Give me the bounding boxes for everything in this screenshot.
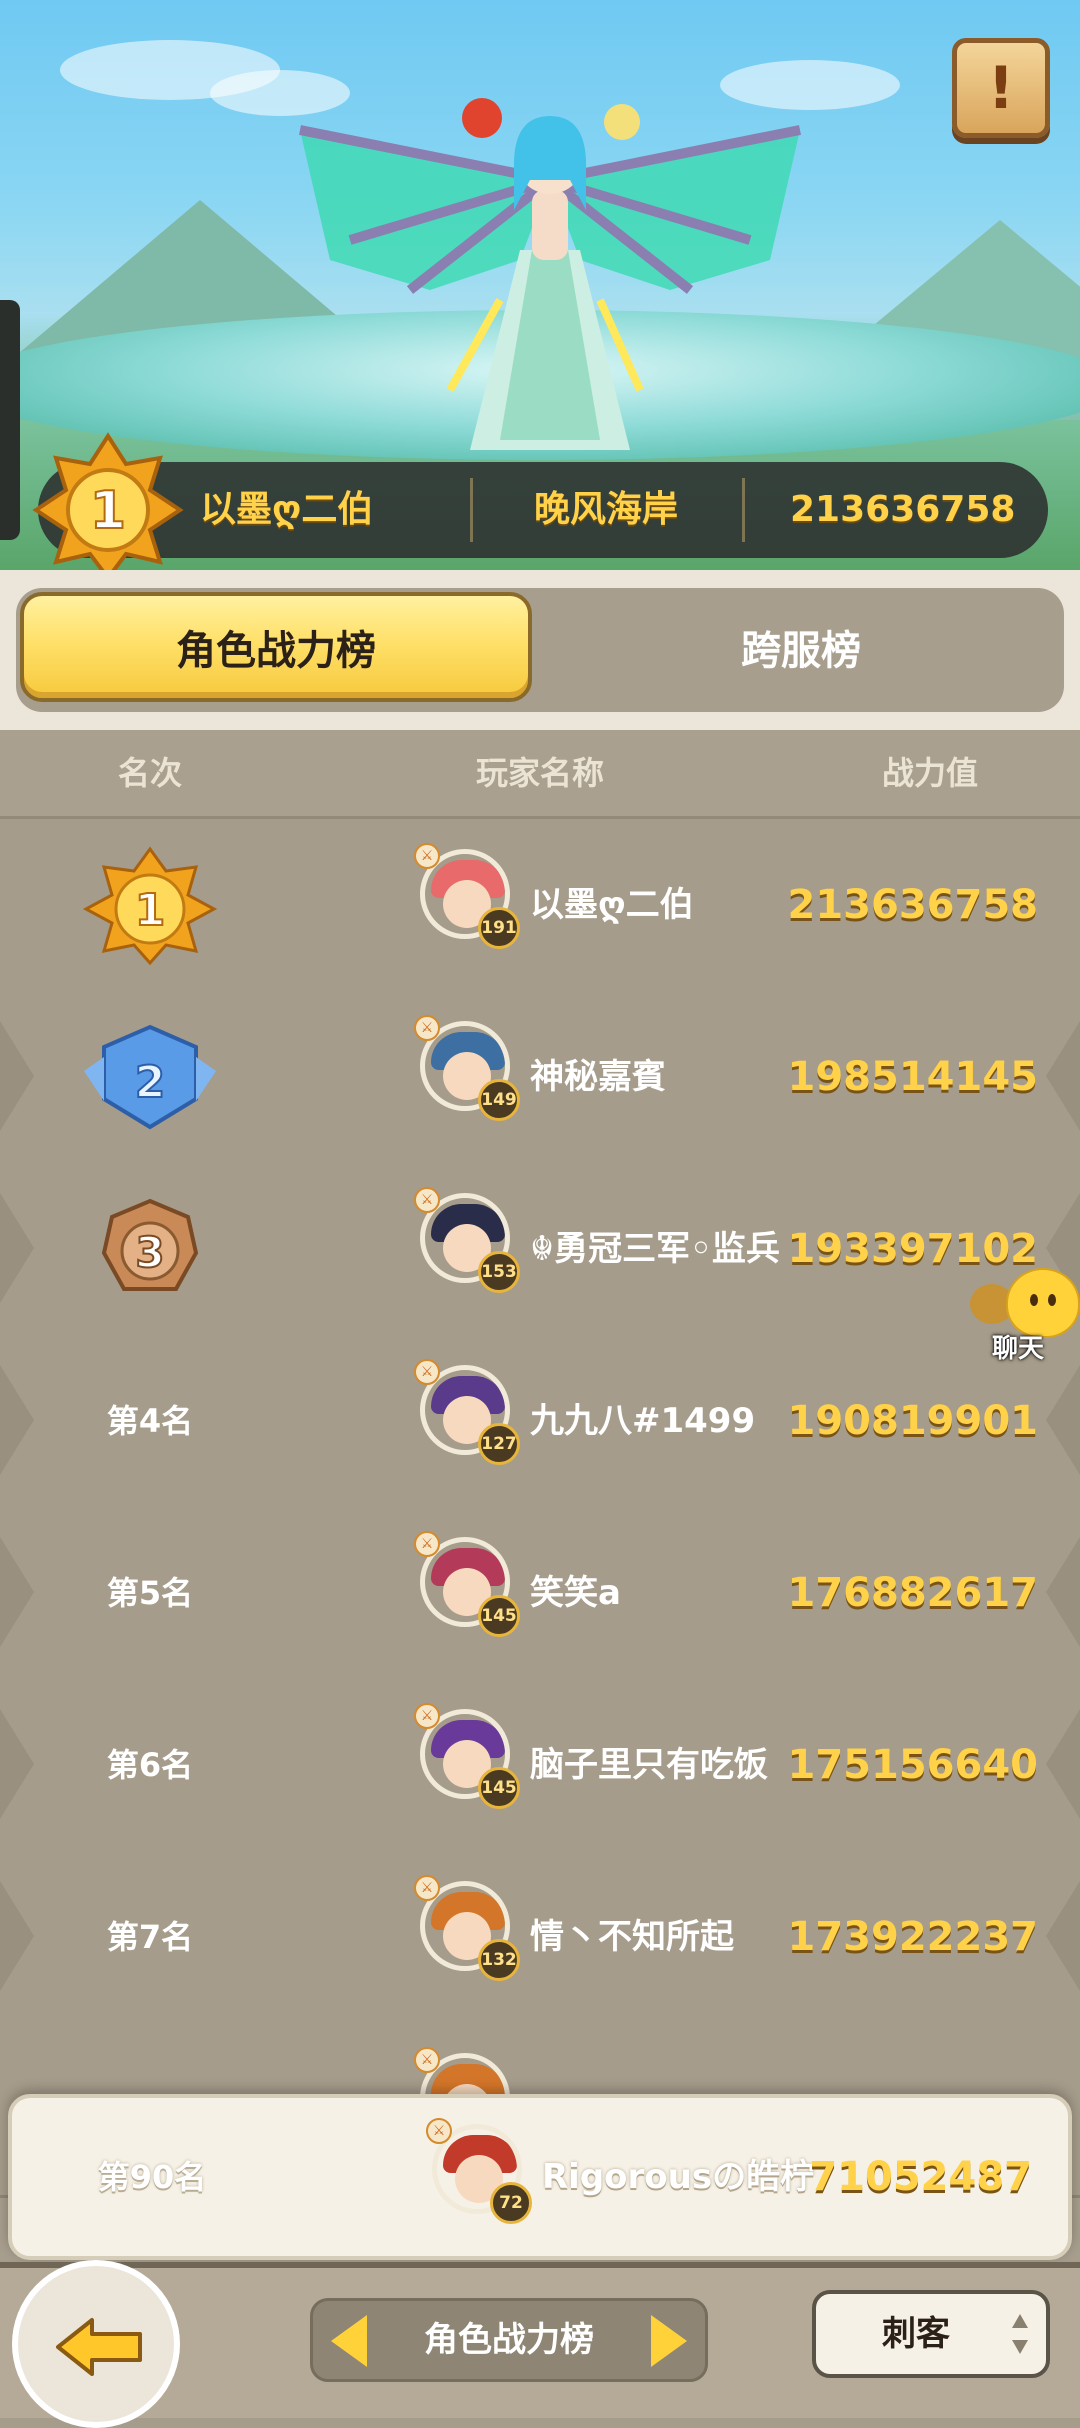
top-player-power: 213636758 xyxy=(790,489,1016,530)
my-level-badge: 72 xyxy=(490,2182,532,2224)
table-row[interactable]: 1 ⚔ 191 以墨ღ二伯 213636758 xyxy=(0,819,1080,994)
rank-label: 第5名 xyxy=(106,1574,194,1612)
player-name: 笑笑a xyxy=(530,1573,621,1613)
my-player-name: Rigorousの皓柠 xyxy=(542,2157,815,2197)
class-icon: ⚔ xyxy=(414,1703,440,1729)
class-filter-select[interactable]: 刺客 xyxy=(812,2290,1050,2378)
power-value: 173922237 xyxy=(787,1914,1039,1960)
character-model xyxy=(299,98,801,450)
my-rank-row[interactable]: 第90名 ⚔ 72 Rigorousの皓柠 71052487 xyxy=(8,2094,1072,2260)
level-badge: 145 xyxy=(478,1595,520,1637)
top-player-server: 晚风海岸 xyxy=(534,489,679,530)
class-icon: ⚔ xyxy=(414,1531,440,1557)
back-arrow-icon xyxy=(56,2318,142,2376)
rules-info-button[interactable]: ! xyxy=(952,38,1050,138)
chat-label: 聊天 xyxy=(992,1334,1045,1364)
row-decoration xyxy=(1046,1365,1080,1475)
class-icon: ⚔ xyxy=(414,1359,440,1385)
player-name: 情丶不知所起 xyxy=(530,1917,734,1957)
tab-label: 跨服榜 xyxy=(741,628,861,674)
row-decoration xyxy=(0,1881,34,1991)
header-power: 战力值 xyxy=(881,754,978,792)
class-icon: ⚔ xyxy=(414,1187,440,1213)
class-icon: ⚔ xyxy=(414,1015,440,1041)
player-name: ☬勇冠三军◦监兵 xyxy=(530,1229,780,1269)
class-icon: ⚔ xyxy=(414,1875,440,1901)
side-drawer-handle[interactable] xyxy=(0,300,20,540)
rank-1-crest-icon: 1 xyxy=(82,846,218,965)
table-row[interactable]: 3 ⚔ 153 ☬勇冠三军◦监兵 193397102 xyxy=(0,1163,1080,1338)
rank-label: 第7名 xyxy=(106,1918,194,1956)
power-value: 198514145 xyxy=(787,1054,1039,1100)
level-badge: 149 xyxy=(478,1079,520,1121)
tab-cross-server[interactable]: 跨服榜 xyxy=(548,592,1054,702)
level-badge: 191 xyxy=(478,907,520,949)
ranking-table[interactable]: 名次 玩家名称 战力值 1 ⚔ 191 以墨ღ二伯 213636758 2 ⚔ … xyxy=(0,730,1080,2260)
table-row[interactable]: 第4名 ⚔ 127 九九八#1499 190819901 xyxy=(0,1335,1080,1510)
table-row[interactable]: 2 ⚔ 149 神秘嘉賓 198514145 xyxy=(0,991,1080,1166)
class-filter-label: 刺客 xyxy=(882,2314,950,2354)
row-decoration xyxy=(0,1193,34,1303)
chat-button[interactable]: 聊天 xyxy=(966,1262,1080,1372)
table-header: 名次 玩家名称 战力值 xyxy=(0,730,1080,819)
rank-label: 第6名 xyxy=(106,1746,194,1784)
rank-1-crest-icon: 1 xyxy=(32,432,184,580)
table-row[interactable]: 第5名 ⚔ 145 笑笑a 176882617 xyxy=(0,1507,1080,1682)
table-row[interactable]: 第7名 ⚔ 132 情丶不知所起 173922237 xyxy=(0,1851,1080,2026)
divider xyxy=(470,478,473,542)
row-decoration xyxy=(1046,1537,1080,1647)
back-button[interactable] xyxy=(12,2260,180,2428)
player-name: 脑子里只有吃饭 xyxy=(530,1745,768,1785)
level-badge: 132 xyxy=(478,1939,520,1981)
svg-text:1: 1 xyxy=(135,885,166,936)
player-name: 九九八#1499 xyxy=(530,1401,756,1441)
tab-label: 角色战力榜 xyxy=(176,628,376,674)
rank-2-crest-icon: 2 xyxy=(84,1024,216,1130)
svg-text:2: 2 xyxy=(135,1057,166,1108)
row-decoration xyxy=(0,1537,34,1647)
level-badge: 145 xyxy=(478,1767,520,1809)
svg-text:1: 1 xyxy=(90,481,126,541)
row-decoration xyxy=(0,1709,34,1819)
power-value: 175156640 xyxy=(787,1742,1039,1788)
power-value: 176882617 xyxy=(787,1570,1039,1616)
my-power-value: 71052487 xyxy=(809,2154,1032,2200)
class-icon: ⚔ xyxy=(414,843,440,869)
exclamation-icon: ! xyxy=(987,54,1015,122)
row-decoration xyxy=(0,1365,34,1475)
row-decoration xyxy=(0,1021,34,1131)
top-player-banner: 以墨ღ二伯 晚风海岸 213636758 xyxy=(38,462,1048,558)
class-icon: ⚔ xyxy=(414,2047,440,2073)
switcher-label: 角色战力榜 xyxy=(424,2320,594,2360)
power-value: 213636758 xyxy=(787,882,1039,928)
header-player: 玩家名称 xyxy=(475,754,604,792)
level-badge: 127 xyxy=(478,1423,520,1465)
class-icon: ⚔ xyxy=(426,2118,452,2144)
sort-caret-icon xyxy=(1012,2314,1028,2354)
top-player-name: 以墨ღ二伯 xyxy=(200,489,374,530)
my-rank-label: 第90名 xyxy=(97,2158,207,2196)
player-name: 以墨ღ二伯 xyxy=(530,885,694,925)
row-decoration xyxy=(1046,1881,1080,1991)
level-badge: 153 xyxy=(478,1251,520,1293)
next-arrow-icon[interactable] xyxy=(651,2315,687,2367)
rank-label: 第4名 xyxy=(106,1402,194,1440)
player-name: 神秘嘉賓 xyxy=(530,1057,666,1097)
leaderboard-switcher[interactable]: 角色战力榜 xyxy=(310,2298,708,2382)
divider xyxy=(742,478,745,542)
row-decoration xyxy=(1046,1021,1080,1131)
tab-character-power[interactable]: 角色战力榜 xyxy=(20,592,532,702)
header-rank: 名次 xyxy=(117,754,182,792)
row-decoration xyxy=(1046,1709,1080,1819)
table-row[interactable]: 第6名 ⚔ 145 脑子里只有吃饭 175156640 xyxy=(0,1679,1080,1854)
svg-text:3: 3 xyxy=(135,1228,164,1277)
rank-3-crest-icon: 3 xyxy=(101,1198,199,1291)
